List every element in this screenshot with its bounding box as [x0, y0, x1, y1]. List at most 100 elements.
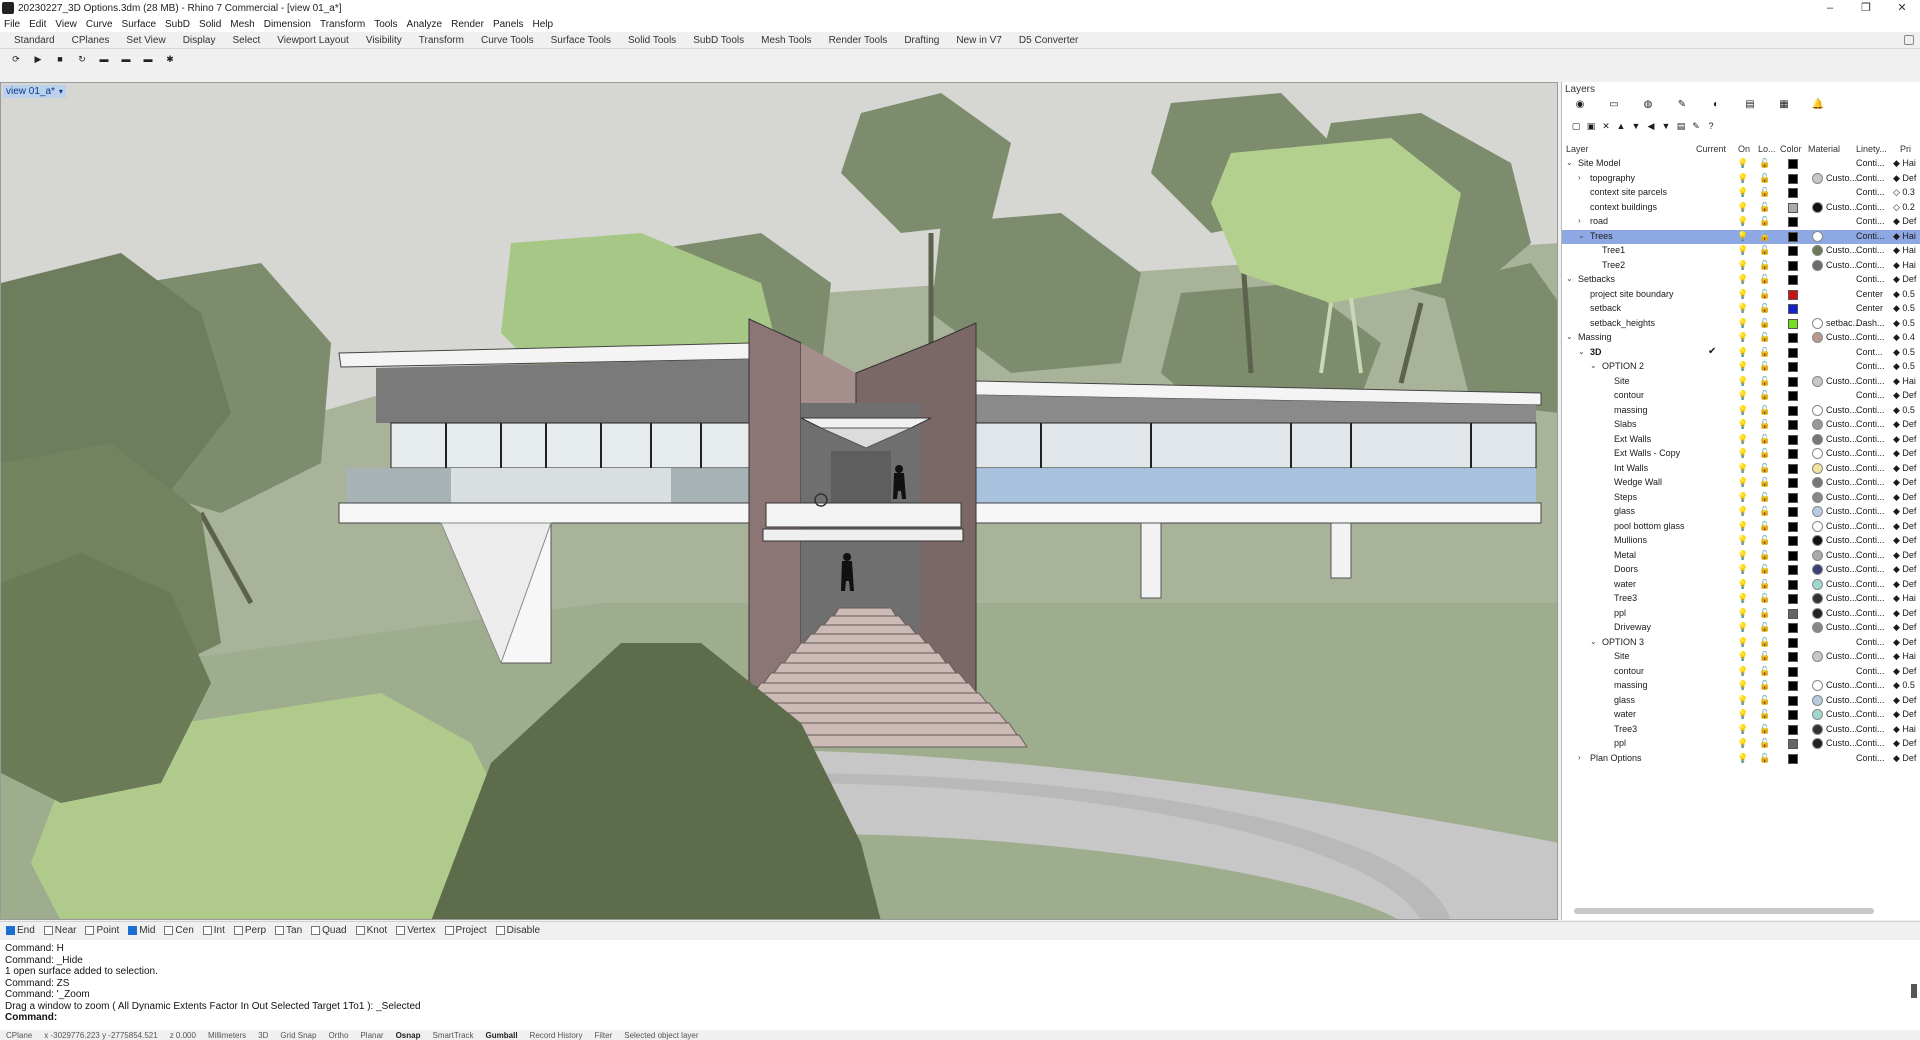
menu-view[interactable]: View [55, 19, 77, 30]
layer-print-width[interactable]: ◆ Def [1893, 477, 1920, 488]
layer-name[interactable]: Ext Walls [1614, 434, 1651, 444]
layer-color-swatch[interactable] [1788, 753, 1798, 764]
layer-color-swatch[interactable] [1788, 333, 1798, 343]
layer-linetype[interactable]: Conti... [1856, 753, 1885, 763]
layer-visibility-icon[interactable]: 💡 [1737, 216, 1748, 226]
maximize-button[interactable]: ❐ [1848, 0, 1884, 16]
layer-row[interactable]: › topography 💡 🔓 Custo... Conti... ◆ Def [1562, 172, 1920, 187]
layer-material-swatch[interactable] [1812, 607, 1823, 619]
layer-material-name[interactable]: Custo... [1826, 260, 1857, 270]
layer-material-swatch[interactable] [1812, 375, 1823, 387]
layer-color-swatch[interactable] [1788, 304, 1798, 314]
layer-print-width[interactable]: ◆ Def [1893, 463, 1920, 474]
osnap-near[interactable]: Near [43, 925, 76, 936]
expand-toggle-icon[interactable]: › [1578, 216, 1581, 225]
layer-visibility-icon[interactable]: 💡 [1737, 260, 1748, 270]
layer-material-name[interactable]: Custo... [1826, 332, 1857, 342]
layer-linetype[interactable]: Conti... [1856, 550, 1885, 560]
layer-name[interactable]: Slabs [1614, 419, 1637, 429]
viewport-dropdown-icon[interactable]: ▾ [59, 87, 63, 96]
status-z[interactable]: z 0.000 [170, 1031, 196, 1040]
col-material[interactable]: Material [1808, 144, 1840, 154]
layer-print-width[interactable]: ◆ Def [1893, 608, 1920, 619]
camera-export-icon[interactable]: ▬ [140, 52, 156, 66]
layer-name[interactable]: OPTION 3 [1602, 637, 1644, 647]
layer-tool-icon[interactable]: ▲ [1615, 120, 1627, 132]
layer-linetype[interactable]: Conti... [1856, 651, 1885, 661]
layer-name[interactable]: Mullions [1614, 535, 1647, 545]
menu-analyze[interactable]: Analyze [407, 19, 443, 30]
layer-color-swatch[interactable] [1788, 347, 1798, 358]
layer-color-swatch[interactable] [1788, 478, 1798, 488]
layer-color-swatch[interactable] [1788, 420, 1798, 430]
layer-tool-icon[interactable]: ▼ [1660, 120, 1672, 132]
layer-color-swatch[interactable] [1788, 434, 1798, 445]
layer-visibility-icon[interactable]: 💡 [1737, 245, 1748, 255]
expand-toggle-icon[interactable]: ⌄ [1578, 231, 1585, 240]
osnap-checkbox[interactable] [311, 926, 321, 935]
col-layer[interactable]: Layer [1566, 144, 1589, 154]
layer-material-swatch[interactable] [1812, 332, 1823, 343]
menu-subd[interactable]: SubD [165, 19, 190, 30]
layer-linetype[interactable]: Conti... [1856, 390, 1885, 400]
osnap-checkbox[interactable] [444, 926, 454, 935]
expand-toggle-icon[interactable]: › [1578, 753, 1581, 762]
layer-row[interactable]: context site parcels 💡 🔓 Conti... ◇ 0.3 [1562, 186, 1920, 201]
layer-lock-icon[interactable]: 🔓 [1759, 245, 1770, 255]
layer-material-name[interactable]: Custo... [1826, 709, 1857, 719]
osnap-checkbox[interactable] [43, 926, 53, 935]
layer-visibility-icon[interactable]: 💡 [1737, 405, 1748, 415]
layer-name[interactable]: context buildings [1590, 202, 1657, 212]
layer-name[interactable]: OPTION 2 [1602, 361, 1644, 371]
col-current[interactable]: Current [1696, 144, 1726, 154]
layer-print-width[interactable]: ◆ Def [1893, 173, 1920, 184]
tab-drafting[interactable]: Drafting [904, 35, 939, 46]
col-on[interactable]: On [1738, 144, 1750, 154]
layer-row[interactable]: glass 💡 🔓 Custo... Conti... ◆ Def [1562, 694, 1920, 709]
tab-solid-tools[interactable]: Solid Tools [628, 35, 676, 46]
layer-print-width[interactable]: ◆ Hai [1893, 724, 1920, 735]
panel-tab-icon[interactable]: ◉ [1572, 99, 1588, 112]
layer-linetype[interactable]: Conti... [1856, 332, 1885, 342]
layer-lock-icon[interactable]: 🔓 [1759, 695, 1770, 705]
osnap-checkbox[interactable] [85, 926, 95, 935]
layer-material-name[interactable]: Custo... [1826, 434, 1857, 444]
viewport-label[interactable]: view 01_a* ▾ [3, 85, 66, 98]
osnap-project[interactable]: Project [444, 925, 487, 936]
layer-visibility-icon[interactable]: 💡 [1737, 492, 1748, 502]
layer-material-name[interactable]: Custo... [1826, 535, 1857, 545]
layer-color-swatch[interactable] [1788, 231, 1798, 242]
layer-material-swatch[interactable] [1812, 593, 1823, 604]
layer-print-width[interactable]: ◆ Def [1893, 666, 1920, 677]
menu-help[interactable]: Help [533, 19, 554, 30]
layer-material-name[interactable]: Custo... [1826, 448, 1857, 458]
layer-material-name[interactable]: Custo... [1826, 419, 1857, 429]
panel-tab-icon[interactable]: 🔔 [1810, 99, 1826, 112]
panel-tab-icon[interactable]: ▤ [1742, 99, 1758, 112]
layer-name[interactable]: Tree2 [1602, 260, 1625, 270]
tab-surface-tools[interactable]: Surface Tools [551, 35, 611, 46]
layer-visibility-icon[interactable]: 💡 [1737, 738, 1748, 748]
layer-name[interactable]: Site Model [1578, 158, 1621, 168]
menu-solid[interactable]: Solid [199, 19, 221, 30]
expand-toggle-icon[interactable]: ⌄ [1566, 158, 1573, 167]
layer-lock-icon[interactable]: 🔓 [1759, 448, 1770, 458]
layer-linetype[interactable]: Conti... [1856, 492, 1885, 502]
layer-print-width[interactable]: ◆ 0.5 [1893, 405, 1920, 416]
layer-row[interactable]: contour 💡 🔓 Conti... ◆ Def [1562, 665, 1920, 680]
panel-tab-icon[interactable]: ✎ [1674, 99, 1690, 112]
layer-row[interactable]: contour 💡 🔓 Conti... ◆ Def [1562, 389, 1920, 404]
layer-lock-icon[interactable]: 🔓 [1759, 738, 1770, 748]
status-toggle-record-history[interactable]: Record History [530, 1031, 583, 1040]
layer-row[interactable]: massing 💡 🔓 Custo... Conti... ◆ 0.5 [1562, 679, 1920, 694]
layer-material-swatch[interactable] [1812, 317, 1823, 329]
layer-print-width[interactable]: ◆ Def [1893, 753, 1920, 764]
osnap-point[interactable]: Point [85, 925, 119, 936]
layer-print-width[interactable]: ◆ 0.5 [1893, 303, 1920, 314]
layer-lock-icon[interactable]: 🔓 [1759, 521, 1770, 531]
layer-print-width[interactable]: ◆ Def [1893, 695, 1920, 706]
layer-row[interactable]: Metal 💡 🔓 Custo... Conti... ◆ Def [1562, 549, 1920, 564]
layer-row[interactable]: ppl 💡 🔓 Custo... Conti... ◆ Def [1562, 607, 1920, 622]
layer-linetype[interactable]: Conti... [1856, 260, 1885, 270]
layer-visibility-icon[interactable]: 💡 [1737, 390, 1748, 400]
